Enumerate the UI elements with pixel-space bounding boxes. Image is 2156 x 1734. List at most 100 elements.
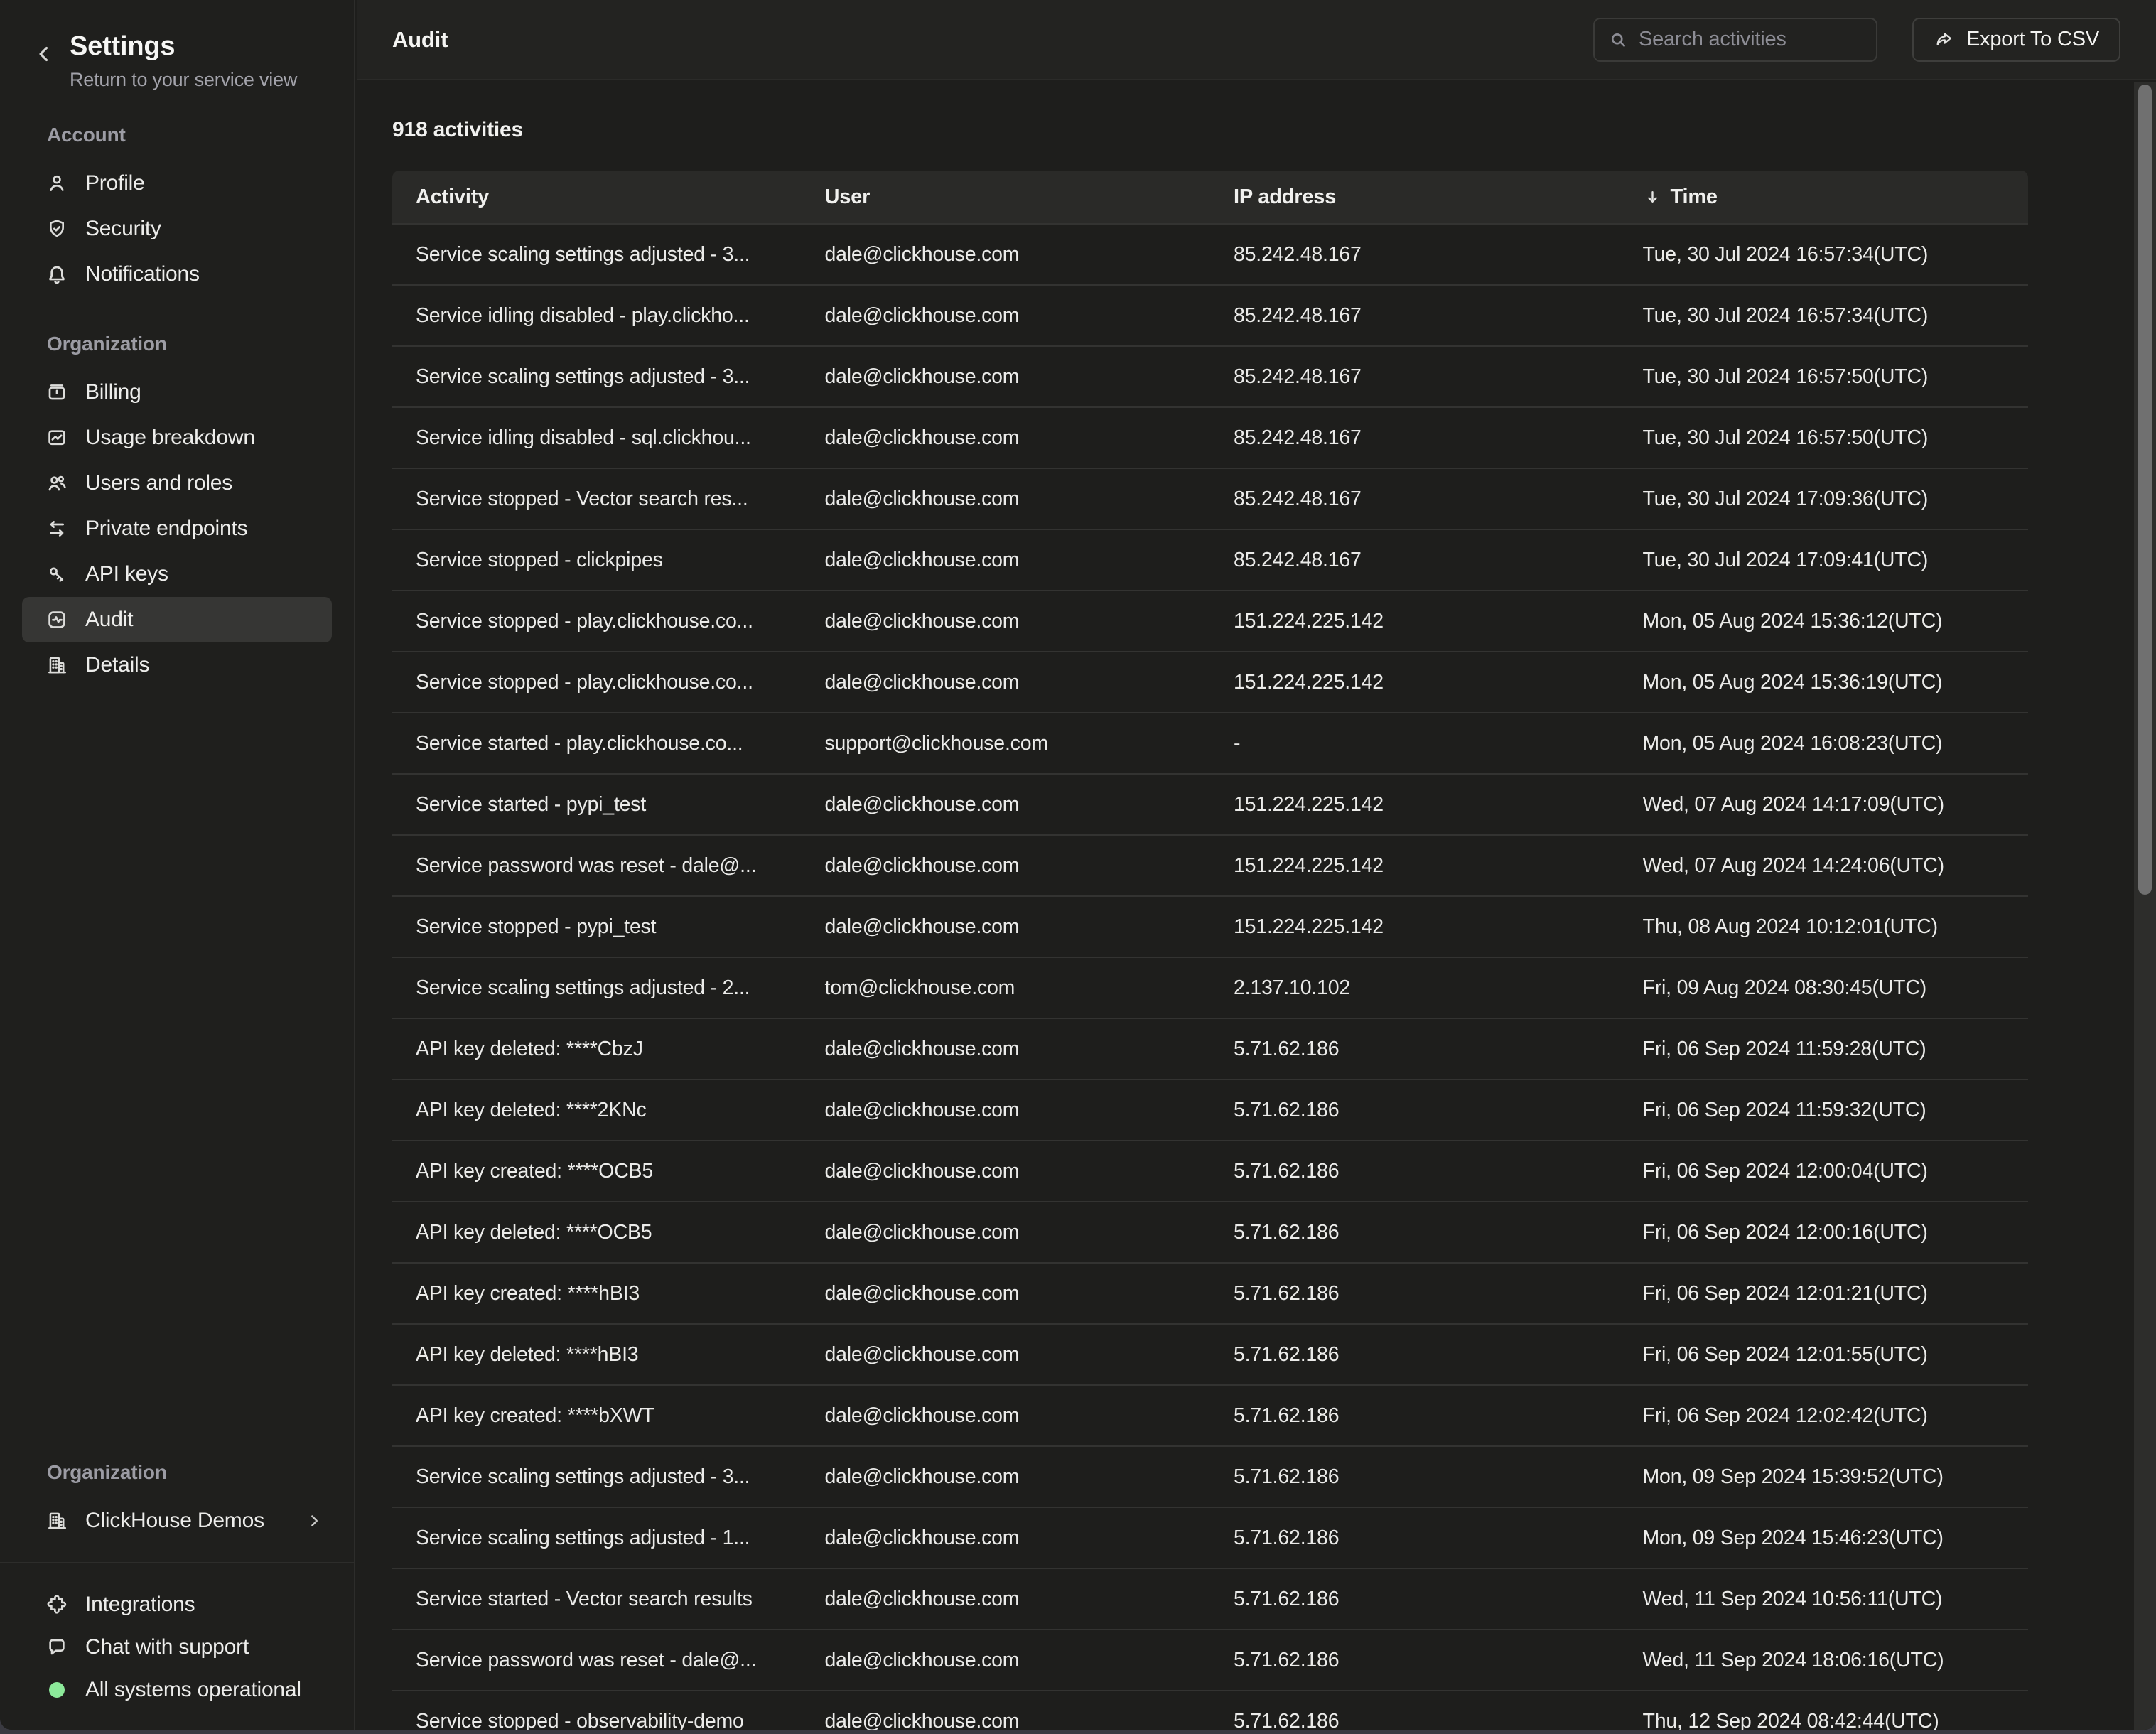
cell-activity: API key deleted: ****CbzJ [392, 1038, 802, 1061]
chat-bubble-icon [45, 1636, 68, 1659]
cell-ip: 5.71.62.186 [1210, 1588, 1619, 1611]
cell-activity: Service scaling settings adjusted - 3... [392, 1465, 802, 1489]
cell-ip: 85.242.48.167 [1210, 488, 1619, 511]
cell-time: Fri, 06 Sep 2024 12:01:21(UTC) [1619, 1282, 2029, 1305]
cell-activity: Service stopped - play.clickhouse.co... [392, 671, 802, 694]
column-label: Time [1671, 185, 1718, 209]
section-label-account: Account [47, 124, 354, 146]
activities-count: 918 activities [392, 118, 2028, 142]
cell-time: Tue, 30 Jul 2024 17:09:36(UTC) [1619, 488, 2029, 511]
sidebar-item-label: Details [85, 653, 149, 677]
sidebar-title: Settings [70, 31, 297, 62]
scrollbar-thumb[interactable] [2138, 85, 2152, 895]
org-switcher-clickhouse-demos[interactable]: ClickHouse Demos [22, 1498, 332, 1544]
cell-user: dale@clickhouse.com [802, 426, 1211, 450]
cell-user: dale@clickhouse.com [802, 1038, 1211, 1061]
cell-ip: - [1210, 732, 1619, 755]
sidebar-item-private-endpoints[interactable]: Private endpoints [22, 506, 332, 551]
cell-activity: Service stopped - pypi_test [392, 915, 802, 939]
sidebar-item-label: Users and roles [85, 471, 232, 495]
cell-time: Tue, 30 Jul 2024 16:57:50(UTC) [1619, 365, 2029, 389]
cell-activity: Service started - pypi_test [392, 793, 802, 817]
cell-time: Fri, 06 Sep 2024 11:59:32(UTC) [1619, 1099, 2029, 1122]
sidebar-item-chat-with-support[interactable]: Chat with support [22, 1626, 332, 1669]
sidebar-item-billing[interactable]: Billing [22, 370, 332, 415]
sidebar-subtitle[interactable]: Return to your service view [70, 69, 297, 91]
cell-user: dale@clickhouse.com [802, 1649, 1211, 1672]
cell-ip: 85.242.48.167 [1210, 365, 1619, 389]
cell-activity: API key created: ****OCB5 [392, 1160, 802, 1183]
cell-time: Fri, 06 Sep 2024 12:00:16(UTC) [1619, 1221, 2029, 1244]
column-header-activity[interactable]: Activity [392, 185, 802, 209]
column-label: IP address [1234, 185, 1336, 209]
sidebar-item-integrations[interactable]: Integrations [22, 1583, 332, 1626]
sidebar-item-profile[interactable]: Profile [22, 161, 332, 206]
cell-time: Wed, 11 Sep 2024 10:56:11(UTC) [1619, 1588, 2029, 1611]
cell-time: Mon, 09 Sep 2024 15:46:23(UTC) [1619, 1526, 2029, 1550]
back-button[interactable] [30, 40, 58, 68]
cell-activity: Service started - play.clickhouse.co... [392, 732, 802, 755]
cell-time: Thu, 08 Aug 2024 10:12:01(UTC) [1619, 915, 2029, 939]
cell-user: support@clickhouse.com [802, 732, 1211, 755]
cell-time: Wed, 11 Sep 2024 18:06:16(UTC) [1619, 1649, 2029, 1672]
sidebar-item-label: Private endpoints [85, 517, 247, 541]
billing-icon [45, 381, 68, 404]
sidebar-item-details[interactable]: Details [22, 642, 332, 688]
export-arrow-icon [1934, 29, 1955, 50]
cell-activity: Service stopped - Vector search res... [392, 488, 802, 511]
column-header-ip-address[interactable]: IP address [1210, 185, 1619, 209]
shield-check-icon [45, 217, 68, 240]
cell-user: dale@clickhouse.com [802, 671, 1211, 694]
column-header-user[interactable]: User [802, 185, 1211, 209]
search-icon [1607, 29, 1629, 50]
cell-ip: 5.71.62.186 [1210, 1710, 1619, 1730]
cell-ip: 5.71.62.186 [1210, 1038, 1619, 1061]
cell-activity: Service idling disabled - play.clickho..… [392, 304, 802, 328]
cell-user: dale@clickhouse.com [802, 1282, 1211, 1305]
cell-activity: Service scaling settings adjusted - 3... [392, 243, 802, 266]
organization-nav: Billing Usage breakdown Users and roles … [0, 370, 354, 688]
cell-user: dale@clickhouse.com [802, 1526, 1211, 1550]
chevron-right-icon [305, 1512, 323, 1530]
page-title: Audit [392, 27, 448, 53]
main-panel: Audit Export To CSV 918 activities Activ… [357, 0, 2156, 1730]
cell-ip: 85.242.48.167 [1210, 426, 1619, 450]
sidebar-item-audit[interactable]: Audit [22, 597, 332, 642]
sidebar-item-security[interactable]: Security [22, 206, 332, 252]
sidebar-item-users-and-roles[interactable]: Users and roles [22, 461, 332, 506]
sidebar-item-label: Chat with support [85, 1635, 249, 1659]
sidebar-item-usage-breakdown[interactable]: Usage breakdown [22, 415, 332, 461]
column-label: Activity [416, 185, 489, 209]
audit-content: 918 activities Activity User IP address … [357, 118, 2156, 1730]
users-icon [45, 472, 68, 495]
cell-time: Wed, 07 Aug 2024 14:17:09(UTC) [1619, 793, 2029, 817]
cell-time: Tue, 30 Jul 2024 16:57:50(UTC) [1619, 426, 2029, 450]
scrollbar-track[interactable] [2134, 82, 2156, 1730]
cell-user: dale@clickhouse.com [802, 1710, 1211, 1730]
search-box[interactable] [1593, 18, 1877, 62]
cell-user: tom@clickhouse.com [802, 976, 1211, 1000]
cell-activity: Service scaling settings adjusted - 2... [392, 976, 802, 1000]
cell-time: Fri, 06 Sep 2024 12:02:42(UTC) [1619, 1404, 2029, 1428]
cell-user: dale@clickhouse.com [802, 1221, 1211, 1244]
table-row: Service password was reset - dale@...dal… [392, 834, 2028, 895]
table-row: Service started - play.clickhouse.co...s… [392, 712, 2028, 773]
column-header-time[interactable]: Time [1619, 185, 2029, 209]
table-row: Service scaling settings adjusted - 3...… [392, 223, 2028, 284]
building-icon [45, 1509, 68, 1532]
table-row: API key deleted: ****2KNcdale@clickhouse… [392, 1079, 2028, 1140]
sidebar-item-system-status[interactable]: All systems operational [22, 1669, 332, 1711]
cell-user: dale@clickhouse.com [802, 1343, 1211, 1367]
search-input[interactable] [1639, 28, 1863, 51]
table-header: Activity User IP address Time [392, 171, 2028, 223]
table-row: Service stopped - observability-demodale… [392, 1690, 2028, 1730]
cell-time: Mon, 09 Sep 2024 15:39:52(UTC) [1619, 1465, 2029, 1489]
sidebar-item-notifications[interactable]: Notifications [22, 252, 332, 297]
cell-ip: 151.224.225.142 [1210, 610, 1619, 633]
export-csv-button[interactable]: Export To CSV [1912, 18, 2120, 62]
sidebar-item-api-keys[interactable]: API keys [22, 551, 332, 597]
table-row: Service stopped - pypi_testdale@clickhou… [392, 895, 2028, 957]
section-label-organization: Organization [47, 333, 354, 355]
status-dot-icon [49, 1682, 65, 1698]
cell-user: dale@clickhouse.com [802, 793, 1211, 817]
